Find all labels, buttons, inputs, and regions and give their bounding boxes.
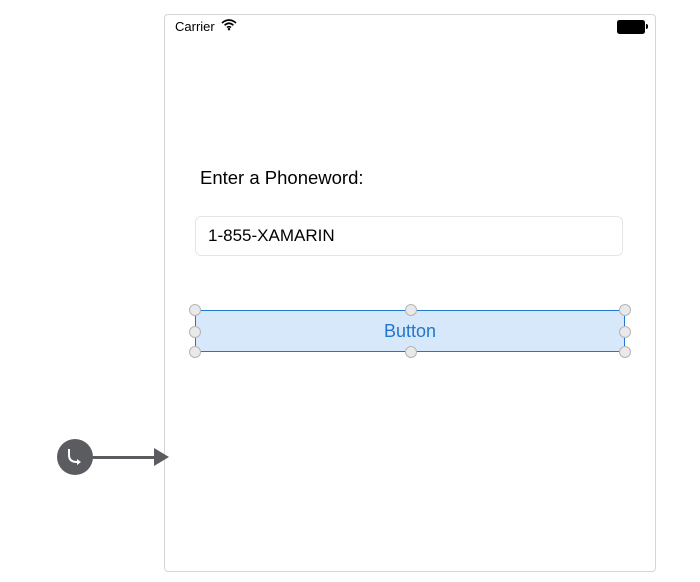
translate-button-selection[interactable]: Button	[195, 310, 625, 352]
battery-icon	[617, 20, 645, 34]
device-frame: Carrier Enter a Phoneword: Button	[164, 14, 656, 572]
resize-handle[interactable]	[619, 304, 631, 316]
translate-button-label: Button	[384, 321, 436, 342]
carrier-label: Carrier	[175, 19, 215, 34]
resize-handle[interactable]	[189, 346, 201, 358]
resize-handle[interactable]	[619, 326, 631, 338]
hint-knob-icon	[57, 439, 93, 475]
arrow-shaft-icon	[92, 456, 154, 459]
resize-handle[interactable]	[405, 304, 417, 316]
hint-arrow	[57, 439, 169, 475]
resize-handle[interactable]	[619, 346, 631, 358]
status-bar: Carrier	[165, 15, 655, 39]
wifi-icon	[221, 19, 237, 34]
phoneword-input[interactable]	[195, 216, 623, 256]
phoneword-label: Enter a Phoneword:	[200, 167, 364, 189]
resize-handle[interactable]	[189, 304, 201, 316]
resize-handle[interactable]	[405, 346, 417, 358]
resize-handle[interactable]	[189, 326, 201, 338]
arrow-head-icon	[154, 448, 169, 466]
